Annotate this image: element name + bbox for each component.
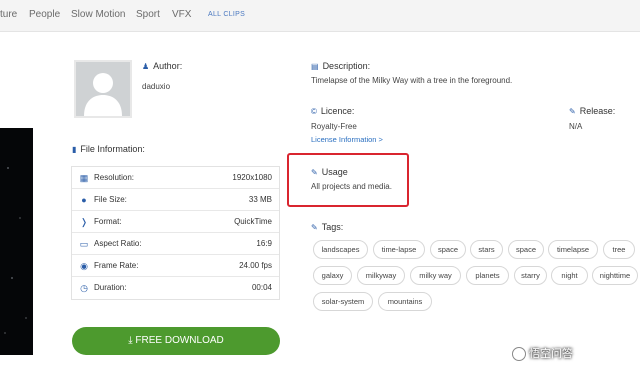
row-value: 00:04 — [251, 283, 272, 292]
license-information-link[interactable]: License Information > — [311, 135, 383, 144]
tag[interactable]: milkyway — [357, 266, 405, 285]
tag[interactable]: time-lapse — [373, 240, 425, 259]
table-row: ❭ Format: QuickTime — [72, 211, 279, 233]
licence-value: Royalty-Free — [311, 122, 357, 131]
tag[interactable]: tree — [603, 240, 635, 259]
file-info-label: File Information: — [80, 144, 145, 154]
user-placeholder-icon — [84, 73, 122, 116]
download-icon: ⤓ — [128, 335, 133, 346]
licence-heading: © Licence: — [311, 106, 354, 116]
file-icon: ▮ — [72, 145, 77, 154]
usage-highlight-box — [287, 153, 409, 207]
table-row: ◷ Duration: 00:04 — [72, 277, 279, 299]
tag[interactable]: stars — [470, 240, 503, 259]
release-value: N/A — [569, 122, 583, 131]
usage-text: All projects and media. — [311, 182, 392, 191]
tag[interactable]: mountains — [378, 292, 432, 311]
author-label: Author: — [153, 61, 183, 71]
description-label: Description: — [322, 61, 371, 71]
nav-item-vfx[interactable]: VFX — [172, 9, 191, 20]
author-name[interactable]: daduxio — [142, 82, 170, 91]
edit-icon: ✎ — [311, 223, 318, 232]
description-text: Timelapse of the Milky Way with a tree i… — [311, 76, 513, 85]
nav-item-people[interactable]: People — [29, 9, 60, 20]
tag[interactable]: nighttime — [592, 266, 638, 285]
video-preview[interactable] — [0, 128, 33, 355]
edit-icon: ✎ — [569, 107, 576, 116]
monitor-icon: ▭ — [79, 239, 89, 249]
star-field — [4, 167, 27, 334]
tag[interactable]: space — [430, 240, 466, 259]
row-value: 16:9 — [256, 239, 272, 248]
file-icon: ● — [81, 195, 87, 205]
table-row: ▦ Resolution: 1920x1080 — [72, 167, 279, 189]
watermark: 悟空问答 — [512, 345, 573, 362]
row-label: Resolution: — [94, 173, 135, 182]
row-value: 33 MB — [248, 195, 272, 204]
free-download-button[interactable]: ⤓ FREE DOWNLOAD — [72, 327, 280, 355]
top-nav: ture People Slow Motion Sport VFX ALL CL… — [0, 0, 640, 32]
edit-icon: ✎ — [311, 168, 318, 177]
row-value: QuickTime — [234, 217, 272, 226]
download-label: FREE DOWNLOAD — [135, 335, 224, 346]
camera-icon: ◉ — [80, 261, 88, 271]
watermark-logo-icon — [512, 347, 526, 362]
table-row: ● File Size: 33 MB — [72, 189, 279, 211]
tag[interactable]: solar-system — [313, 292, 373, 311]
all-clips-link[interactable]: ALL CLIPS — [208, 11, 245, 18]
row-label: Aspect Ratio: — [94, 239, 142, 248]
film-icon: ▦ — [79, 173, 89, 183]
row-label: Format: — [94, 217, 122, 226]
avatar — [74, 60, 132, 118]
code-icon: ❭ — [80, 217, 88, 227]
copyright-icon: © — [311, 107, 317, 116]
tag[interactable]: timelapse — [548, 240, 598, 259]
usage-heading: ✎ Usage — [311, 167, 348, 177]
tag[interactable]: landscapes — [313, 240, 368, 259]
tag[interactable]: starry — [514, 266, 547, 285]
tag[interactable]: space — [508, 240, 544, 259]
row-value: 24.00 fps — [239, 261, 272, 270]
row-label: Duration: — [94, 283, 127, 292]
table-row: ▭ Aspect Ratio: 16:9 — [72, 233, 279, 255]
watermark-text: 悟空问答 — [529, 348, 573, 360]
description-heading: ▤ Description: — [311, 61, 370, 71]
row-value: 1920x1080 — [232, 173, 272, 182]
nav-item-sport[interactable]: Sport — [136, 9, 160, 20]
file-info-heading: ▮ File Information: — [72, 144, 145, 154]
usage-label: Usage — [321, 167, 348, 177]
release-label: Release: — [579, 106, 616, 116]
nav-item-nature[interactable]: ture — [0, 9, 17, 20]
tag[interactable]: milky way — [410, 266, 461, 285]
tag[interactable]: galaxy — [313, 266, 352, 285]
row-label: File Size: — [94, 195, 127, 204]
licence-label: Licence: — [320, 106, 355, 116]
release-heading: ✎ Release: — [569, 106, 615, 116]
clock-icon: ◷ — [80, 283, 88, 293]
tags-label: Tags: — [321, 222, 344, 232]
nav-item-slow-motion[interactable]: Slow Motion — [71, 9, 125, 20]
tag[interactable]: planets — [466, 266, 509, 285]
tag[interactable]: night — [551, 266, 588, 285]
document-icon: ▤ — [311, 62, 319, 71]
row-label: Frame Rate: — [94, 261, 139, 270]
file-info-table: ▦ Resolution: 1920x1080 ● File Size: 33 … — [71, 166, 280, 300]
tags-heading: ✎ Tags: — [311, 222, 343, 232]
user-icon: ♟ — [142, 62, 150, 71]
table-row: ◉ Frame Rate: 24.00 fps — [72, 255, 279, 277]
author-heading: ♟ Author: — [142, 61, 182, 71]
